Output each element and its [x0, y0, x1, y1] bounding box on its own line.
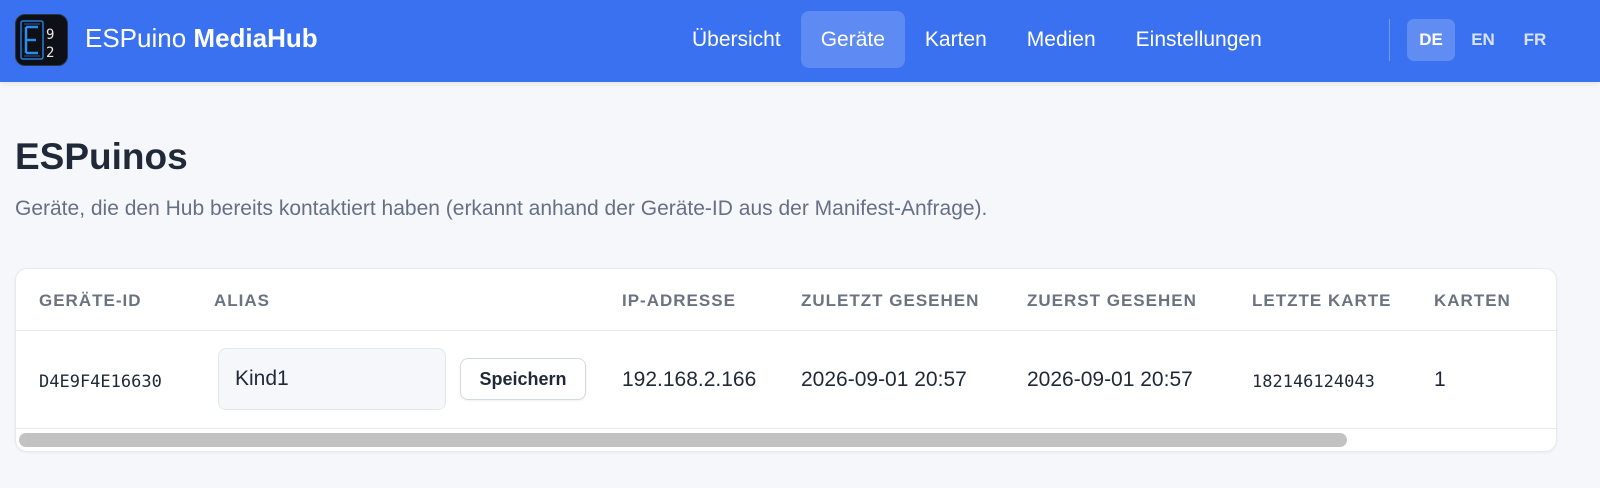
- column-header-ip: IP-ADRESSE: [622, 291, 736, 310]
- device-id-cell: D4E9F4E16630: [39, 372, 162, 392]
- lang-en-button[interactable]: EN: [1459, 19, 1507, 61]
- column-header-last-seen: ZULETZT GESEHEN: [801, 291, 980, 310]
- page-title: ESPuinos: [15, 136, 188, 177]
- alias-input[interactable]: [218, 348, 446, 410]
- nav-divider: [1389, 19, 1390, 61]
- table-header-row: GERÄTE-ID ALIAS IP-ADRESSE ZULETZT GESEH…: [16, 269, 1556, 331]
- ip-address-cell: 192.168.2.166: [622, 368, 757, 391]
- espuino-logo-icon[interactable]: 9 2: [15, 14, 68, 66]
- lang-fr-button[interactable]: FR: [1511, 19, 1559, 61]
- column-header-cards: KARTEN: [1434, 291, 1511, 310]
- nav-tab-settings[interactable]: Einstellungen: [1116, 11, 1282, 68]
- first-seen-cell: 2026-09-01 20:57: [1027, 368, 1193, 391]
- column-header-device-id: GERÄTE-ID: [39, 291, 142, 310]
- lang-de-button[interactable]: DE: [1407, 19, 1455, 61]
- horizontal-scrollbar[interactable]: [16, 429, 1556, 451]
- devices-table-card: GERÄTE-ID ALIAS IP-ADRESSE ZULETZT GESEH…: [15, 268, 1557, 452]
- nav-tab-devices[interactable]: Geräte: [800, 11, 905, 68]
- nav-tab-media[interactable]: Medien: [1007, 11, 1116, 68]
- column-header-first-seen: ZUERST GESEHEN: [1027, 291, 1197, 310]
- language-switcher: DE EN FR: [1407, 19, 1559, 61]
- cards-count-cell: 1: [1434, 368, 1446, 391]
- main-nav: Übersicht Geräte Karten Medien Einstellu…: [672, 11, 1282, 68]
- svg-text:2: 2: [46, 45, 54, 61]
- top-navigation-bar: 9 2 ESPuino MediaHub Übersicht Geräte Ka…: [0, 0, 1600, 82]
- column-header-last-card: LETZTE KARTE: [1252, 291, 1392, 310]
- scrollbar-thumb[interactable]: [19, 433, 1347, 447]
- last-card-cell: 182146124043: [1252, 372, 1375, 392]
- page-subtitle: Geräte, die den Hub bereits kontaktiert …: [15, 197, 988, 220]
- save-alias-button[interactable]: Speichern: [460, 358, 586, 400]
- nav-tab-cards[interactable]: Karten: [905, 11, 1007, 68]
- app-brand[interactable]: ESPuino MediaHub: [85, 23, 318, 54]
- brand-name-light: ESPuino: [85, 23, 187, 53]
- table-row: D4E9F4E16630 Speichern 192.168.2.166 202…: [16, 331, 1556, 429]
- column-header-alias: ALIAS: [214, 291, 270, 310]
- nav-tab-overview[interactable]: Übersicht: [672, 11, 801, 68]
- last-seen-cell: 2026-09-01 20:57: [801, 368, 967, 391]
- svg-text:9: 9: [46, 27, 54, 43]
- brand-name-bold: MediaHub: [193, 23, 318, 53]
